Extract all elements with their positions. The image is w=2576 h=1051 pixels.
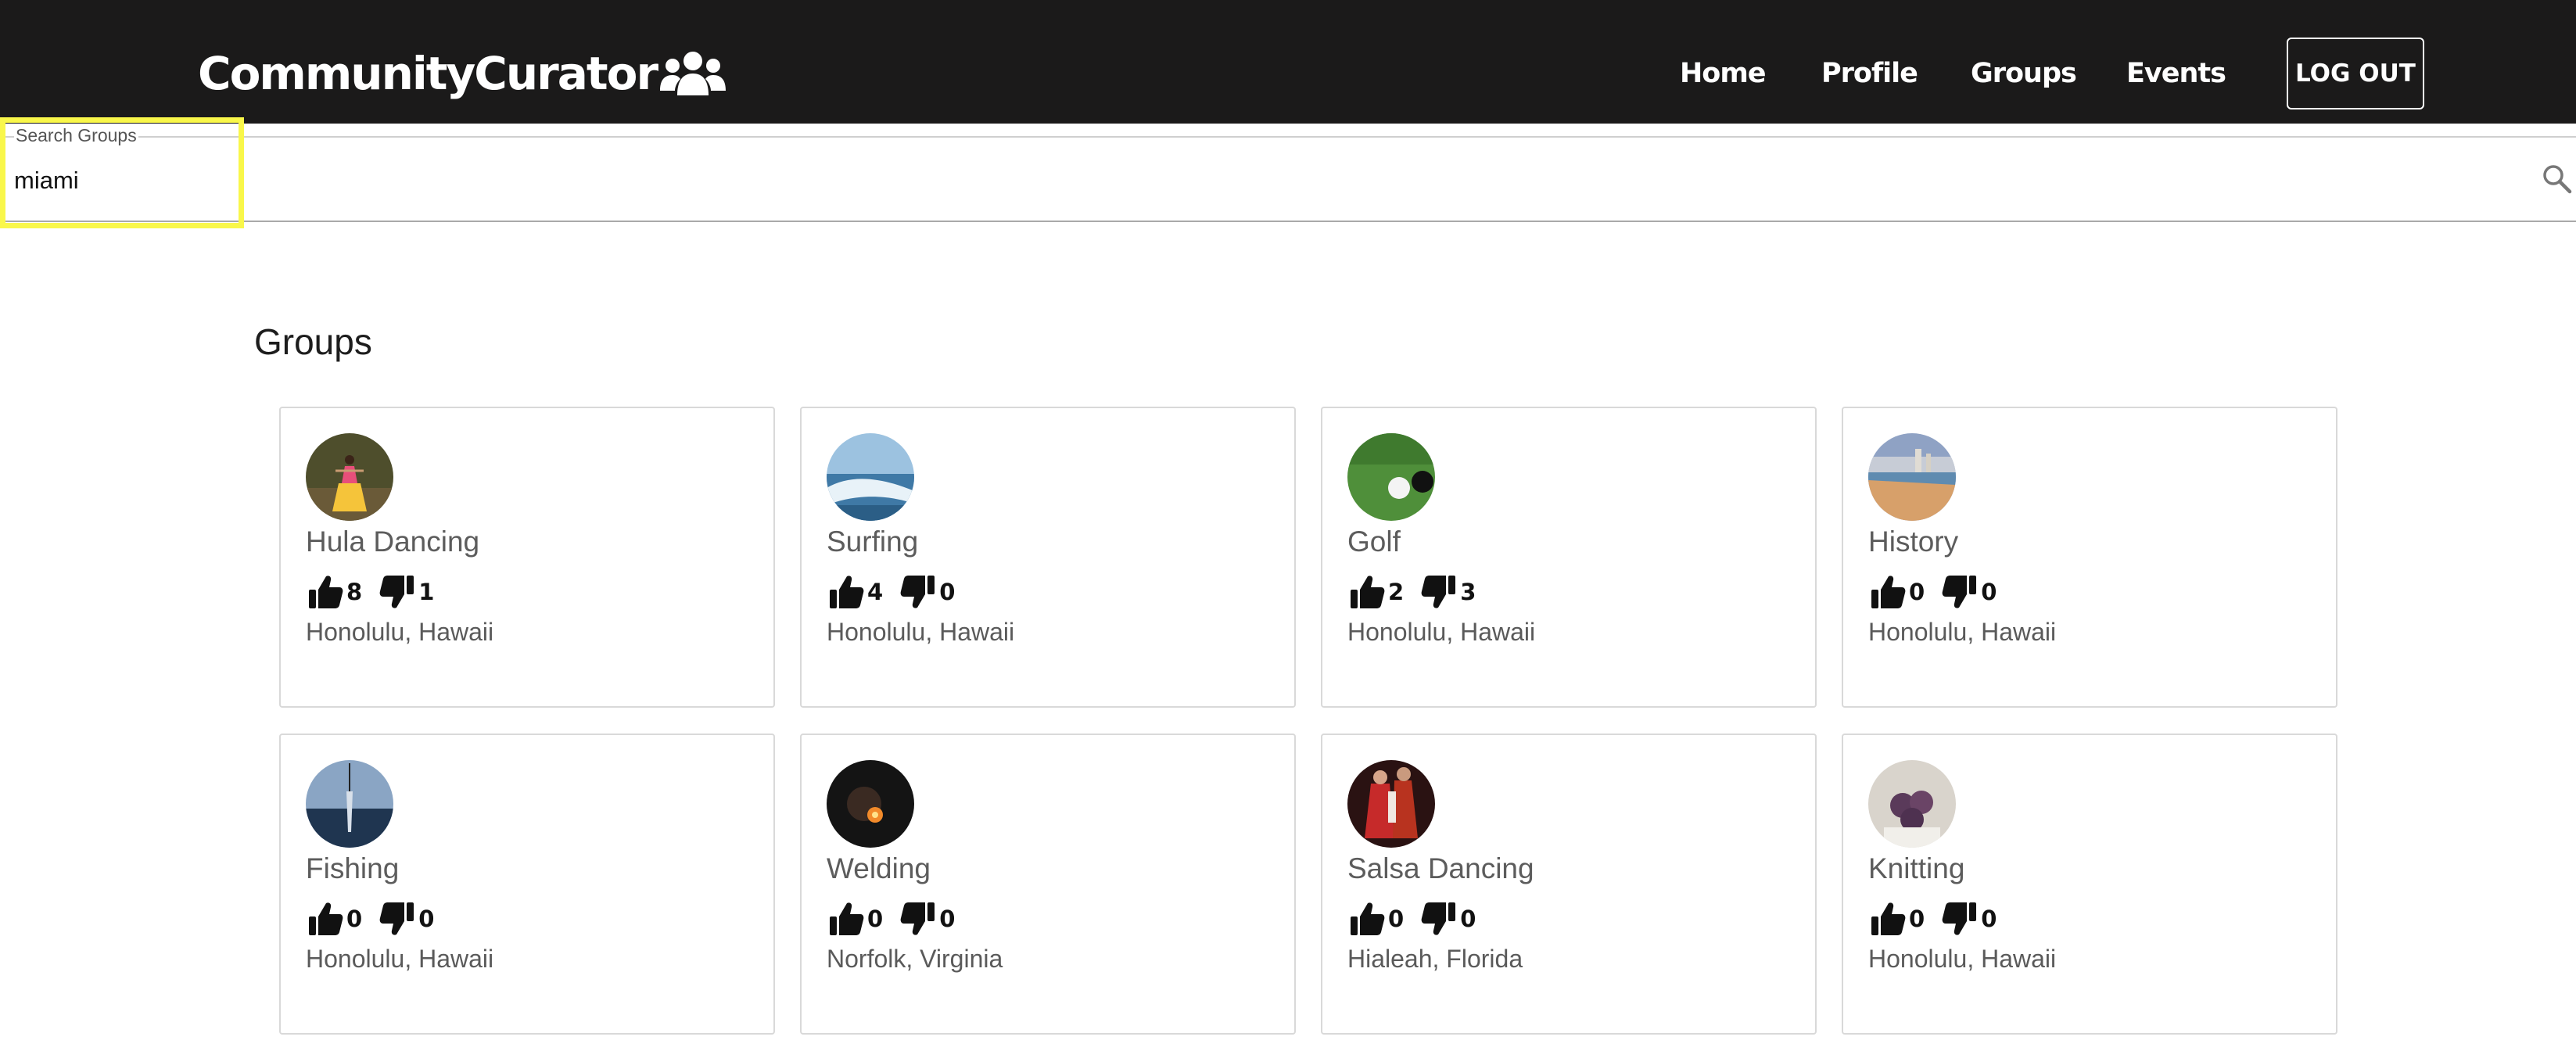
like-count: 2: [1388, 579, 1405, 605]
group-name: Welding: [827, 852, 931, 884]
thumbs-down-icon: [379, 902, 414, 935]
vote-bar: 0 0: [1349, 899, 1493, 938]
group-card[interactable]: Hula Dancing 8 1 Honolulu, Hawaii: [279, 407, 775, 708]
group-avatar: [306, 760, 393, 848]
group-avatar: [1347, 433, 1435, 521]
like-button[interactable]: 0: [828, 901, 900, 937]
thumbs-up-icon: [309, 576, 343, 608]
dislike-button[interactable]: 3: [1421, 574, 1493, 610]
main-nav: Home Profile Groups Events: [0, 38, 2576, 109]
vote-bar: 4 0: [828, 572, 972, 612]
section-title: Groups: [254, 321, 372, 362]
group-location: Honolulu, Hawaii: [827, 618, 1015, 646]
group-name: Salsa Dancing: [1347, 852, 1534, 884]
group-name: History: [1868, 526, 1959, 558]
thumbs-down-icon: [1421, 576, 1456, 608]
search-icon[interactable]: [2542, 163, 2573, 195]
like-count: 0: [1909, 906, 1925, 932]
thumbs-down-icon: [900, 576, 935, 608]
thumbs-down-icon: [379, 576, 414, 608]
group-location: Norfolk, Virginia: [827, 945, 1003, 973]
group-card[interactable]: Surfing 4 0 Honolulu, Hawaii: [800, 407, 1296, 708]
dislike-count: 0: [1460, 906, 1476, 932]
group-avatar: [1347, 760, 1435, 848]
like-button[interactable]: 0: [1870, 901, 1942, 937]
search-label: Search Groups: [14, 125, 138, 146]
group-location: Honolulu, Hawaii: [306, 945, 494, 973]
like-button[interactable]: 0: [1349, 901, 1421, 937]
group-card[interactable]: Welding 0 0 Norfolk, Virginia: [800, 734, 1296, 1035]
group-name: Surfing: [827, 526, 919, 558]
logout-button[interactable]: LOG OUT: [2287, 38, 2424, 109]
dislike-count: 0: [939, 906, 956, 932]
group-location: Honolulu, Hawaii: [1347, 618, 1536, 646]
dislike-count: 3: [1460, 579, 1476, 605]
dislike-button[interactable]: 0: [379, 901, 451, 937]
group-location: Honolulu, Hawaii: [1868, 618, 2057, 646]
group-avatar: [1868, 433, 1956, 521]
thumbs-down-icon: [900, 902, 935, 935]
dislike-button[interactable]: 0: [1942, 574, 2014, 610]
like-count: 0: [346, 906, 363, 932]
dislike-button[interactable]: 0: [900, 574, 972, 610]
group-card[interactable]: Knitting 0 0 Honolulu, Hawaii: [1842, 734, 2337, 1035]
search-input[interactable]: [14, 161, 2517, 200]
thumbs-down-icon: [1942, 902, 1977, 935]
group-card[interactable]: Golf 2 3 Honolulu, Hawaii: [1321, 407, 1817, 708]
dislike-count: 1: [418, 579, 435, 605]
like-button[interactable]: 2: [1349, 574, 1421, 610]
group-avatar: [306, 433, 393, 521]
group-avatar: [827, 433, 914, 521]
thumbs-down-icon: [1421, 902, 1456, 935]
vote-bar: 8 1: [307, 572, 451, 612]
vote-bar: 0 0: [1870, 572, 2014, 612]
thumbs-down-icon: [1942, 576, 1977, 608]
nav-events[interactable]: Events: [2126, 38, 2226, 109]
group-location: Honolulu, Hawaii: [1868, 945, 2057, 973]
nav-profile[interactable]: Profile: [1821, 38, 1918, 109]
like-count: 0: [1388, 906, 1405, 932]
dislike-button[interactable]: 0: [1942, 901, 2014, 937]
thumbs-up-icon: [1871, 902, 1906, 935]
like-button[interactable]: 4: [828, 574, 900, 610]
group-avatar: [827, 760, 914, 848]
group-avatar: [1868, 760, 1956, 848]
vote-bar: 2 3: [1349, 572, 1493, 612]
group-name: Hula Dancing: [306, 526, 480, 558]
like-count: 4: [867, 579, 884, 605]
group-card[interactable]: Fishing 0 0 Honolulu, Hawaii: [279, 734, 775, 1035]
group-card[interactable]: Salsa Dancing 0 0 Hialeah, Florida: [1321, 734, 1817, 1035]
top-navbar: CommunityCurator Home Profile Groups Eve…: [0, 0, 2576, 124]
dislike-button[interactable]: 1: [379, 574, 451, 610]
dislike-button[interactable]: 0: [1421, 901, 1493, 937]
dislike-button[interactable]: 0: [900, 901, 972, 937]
group-name: Knitting: [1868, 852, 1965, 884]
like-button[interactable]: 0: [307, 901, 379, 937]
vote-bar: 0 0: [828, 899, 972, 938]
vote-bar: 0 0: [307, 899, 451, 938]
dislike-count: 0: [939, 579, 956, 605]
vote-bar: 0 0: [1870, 899, 2014, 938]
dislike-count: 0: [1981, 906, 1997, 932]
nav-groups[interactable]: Groups: [1971, 38, 2077, 109]
group-name: Golf: [1347, 526, 1401, 558]
thumbs-up-icon: [830, 576, 864, 608]
group-name: Fishing: [306, 852, 400, 884]
thumbs-up-icon: [830, 902, 864, 935]
group-location: Honolulu, Hawaii: [306, 618, 494, 646]
group-card[interactable]: History 0 0 Honolulu, Hawaii: [1842, 407, 2337, 708]
dislike-count: 0: [418, 906, 435, 932]
thumbs-up-icon: [309, 902, 343, 935]
thumbs-up-icon: [1351, 576, 1385, 608]
group-location: Hialeah, Florida: [1347, 945, 1523, 973]
like-count: 8: [346, 579, 363, 605]
like-button[interactable]: 8: [307, 574, 379, 610]
nav-home[interactable]: Home: [1680, 38, 1767, 109]
thumbs-up-icon: [1871, 576, 1906, 608]
like-button[interactable]: 0: [1870, 574, 1942, 610]
thumbs-up-icon: [1351, 902, 1385, 935]
like-count: 0: [1909, 579, 1925, 605]
dislike-count: 0: [1981, 579, 1997, 605]
like-count: 0: [867, 906, 884, 932]
